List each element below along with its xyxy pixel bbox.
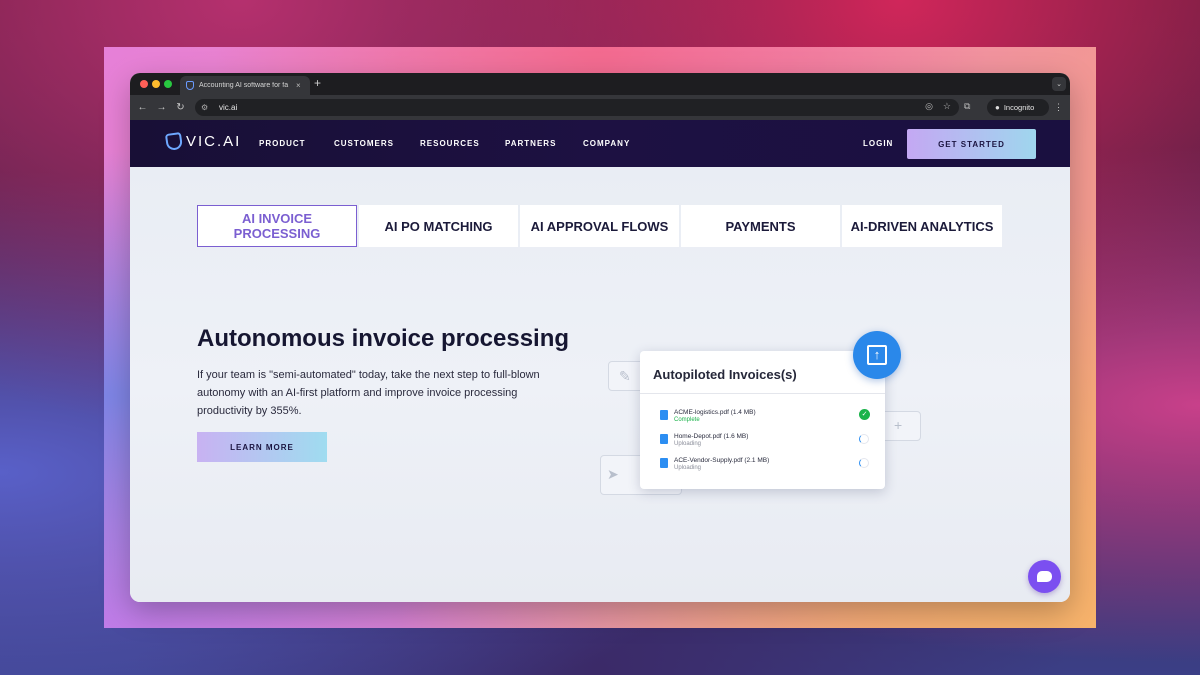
file-icon — [660, 458, 668, 468]
login-link[interactable]: LOGIN — [863, 139, 893, 148]
tab-payments[interactable]: PAYMENTS — [681, 205, 840, 247]
close-tab-icon[interactable]: × — [296, 81, 301, 90]
upload-card: Autopiloted Invoices(s) ACME-logistics.p… — [640, 351, 885, 489]
logo-shield-icon — [164, 131, 184, 152]
nav-company[interactable]: COMPANY — [583, 139, 630, 148]
site-header: VIC.AI PRODUCT CUSTOMERS RESOURCES PARTN… — [130, 120, 1070, 167]
close-window-button[interactable] — [140, 80, 148, 88]
file-name: ACME-logistics.pdf (1.4 MB) — [674, 409, 756, 416]
file-row: Home-Depot.pdf (1.6 MB) Uploading — [660, 433, 870, 455]
favicon-icon — [186, 81, 194, 90]
file-row: ACME-logistics.pdf (1.4 MB) Complete ✓ — [660, 409, 870, 431]
pencil-icon: ✎ — [619, 368, 631, 384]
tab-search-button[interactable]: ⌄ — [1052, 77, 1066, 91]
file-status: Uploading — [674, 441, 702, 447]
forward-icon[interactable]: → — [152, 102, 171, 113]
incognito-icon: ● — [995, 103, 1000, 112]
upload-button[interactable]: ↑ — [853, 331, 901, 379]
get-started-button[interactable]: GET STARTED — [907, 129, 1036, 159]
spinner-icon — [859, 434, 869, 444]
browser-tab[interactable]: Accounting AI software for fa × — [180, 76, 310, 95]
address-bar: ← → ↻ ⚙ vic.ai ◎ ☆ ⧉ ● Incognito ⋮ — [130, 95, 1070, 120]
maximize-window-button[interactable] — [164, 80, 172, 88]
extensions-icon[interactable]: ⧉ — [964, 101, 970, 112]
omnibox[interactable]: ⚙ vic.ai ◎ ☆ — [195, 99, 959, 116]
star-icon[interactable]: ☆ — [943, 101, 951, 112]
nav-resources[interactable]: RESOURCES — [420, 139, 480, 148]
logo[interactable]: VIC.AI — [164, 131, 242, 152]
url-text[interactable]: vic.ai — [219, 103, 237, 112]
upload-icon: ↑ — [867, 345, 887, 365]
nav-product[interactable]: PRODUCT — [259, 139, 306, 148]
reload-icon[interactable]: ↻ — [171, 102, 190, 113]
tab-ai-po-matching[interactable]: AI PO MATCHING — [359, 205, 518, 247]
incognito-indicator[interactable]: ● Incognito — [987, 99, 1049, 116]
spinner-icon — [859, 458, 869, 468]
minimize-window-button[interactable] — [152, 80, 160, 88]
upload-card-title: Autopiloted Invoices(s) — [653, 367, 797, 382]
learn-more-button[interactable]: LEARN MORE — [197, 432, 327, 462]
file-status: Complete — [674, 417, 700, 423]
back-icon[interactable]: ← — [133, 102, 152, 113]
file-status: Uploading — [674, 465, 702, 471]
tab-ai-invoice-processing[interactable]: AI INVOICE PROCESSING — [197, 205, 357, 247]
tab-label: AI INVOICE PROCESSING — [233, 211, 321, 241]
check-icon: ✓ — [859, 409, 870, 420]
logo-text: VIC.AI — [186, 133, 242, 150]
nav-customers[interactable]: CUSTOMERS — [334, 139, 394, 148]
eye-off-icon[interactable]: ◎ — [925, 101, 933, 112]
nav-partners[interactable]: PARTNERS — [505, 139, 556, 148]
chat-icon — [1037, 571, 1052, 582]
file-row: ACE-Vendor-Supply.pdf (2.1 MB) Uploading — [660, 457, 870, 479]
new-tab-button[interactable]: + — [314, 76, 321, 90]
file-name: ACE-Vendor-Supply.pdf (2.1 MB) — [674, 457, 770, 464]
plus-icon: + — [894, 417, 903, 433]
file-icon — [660, 410, 668, 420]
tab-ai-approval-flows[interactable]: AI APPROVAL FLOWS — [520, 205, 679, 247]
hero-title: Autonomous invoice processing — [197, 325, 570, 352]
tab-ai-driven-analytics[interactable]: AI-DRIVEN ANALYTICS — [842, 205, 1002, 247]
tab-title: Accounting AI software for fa — [199, 82, 289, 89]
chat-button[interactable] — [1028, 560, 1061, 593]
divider — [640, 393, 885, 394]
file-name: Home-Depot.pdf (1.6 MB) — [674, 433, 749, 440]
main-content: AI INVOICE PROCESSING AI PO MATCHING AI … — [130, 167, 1070, 602]
file-icon — [660, 434, 668, 444]
incognito-label: Incognito — [1003, 103, 1035, 112]
send-icon: ➤ — [607, 466, 619, 482]
hero-body: If your team is "semi-automated" today, … — [197, 369, 540, 417]
browser-window: Accounting AI software for fa × + ⌄ ← → … — [130, 73, 1070, 602]
tab-bar: Accounting AI software for fa × + ⌄ — [130, 73, 1070, 95]
menu-icon[interactable]: ⋮ — [1054, 102, 1063, 113]
site-settings-icon[interactable]: ⚙ — [201, 103, 211, 113]
